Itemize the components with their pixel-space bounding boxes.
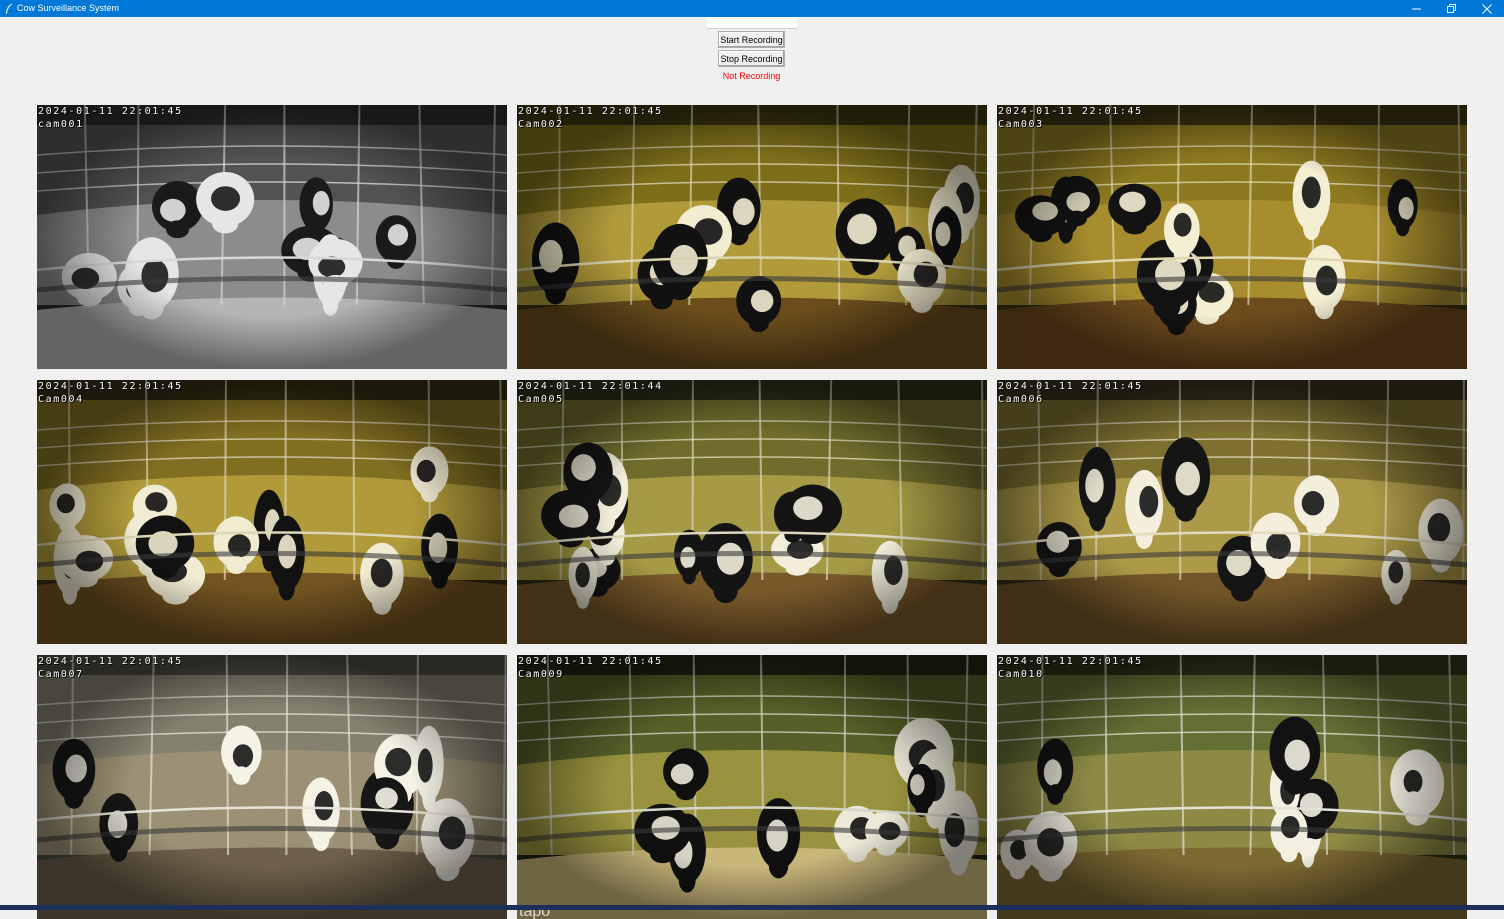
camera-name: Cam002 <box>518 118 663 131</box>
camera-osd: 2024-01-11 22:01:45Cam004 <box>38 380 183 406</box>
camera-osd: 2024-01-11 22:01:45Cam007 <box>38 655 183 681</box>
camera-name: Cam004 <box>38 393 183 406</box>
camera-timestamp: 2024-01-11 22:01:45 <box>38 380 183 393</box>
camera-feed: 2024-01-11 22:01:45Cam002 <box>517 105 987 369</box>
camera-osd: 2024-01-11 22:01:45Cam002 <box>518 105 663 131</box>
camera-timestamp: 2024-01-11 22:01:44 <box>518 380 663 393</box>
camera-timestamp: 2024-01-11 22:01:45 <box>38 105 183 118</box>
camera-osd: 2024-01-11 22:01:45Cam010 <box>998 655 1143 681</box>
camera-feed-image <box>997 105 1467 369</box>
fisheye-vignette <box>37 380 507 644</box>
camera-name: Cam006 <box>998 393 1143 406</box>
camera-feed: 2024-01-11 22:01:45Cam006 <box>997 380 1467 644</box>
fisheye-vignette <box>517 655 987 919</box>
start-recording-button[interactable]: Start Recording <box>718 31 785 48</box>
filename-input[interactable] <box>707 17 797 29</box>
taskbar-edge <box>0 905 1504 910</box>
camera-feed: 2024-01-11 22:01:45Cam009tapo <box>517 655 987 919</box>
camera-timestamp: 2024-01-11 22:01:45 <box>998 655 1143 668</box>
close-button[interactable] <box>1469 0 1504 17</box>
camera-feed: 2024-01-11 22:01:45Cam003 <box>997 105 1467 369</box>
fisheye-vignette <box>37 105 507 369</box>
fisheye-vignette <box>997 655 1467 919</box>
camera-feed-image <box>37 380 507 644</box>
title-bar: Cow Surveillance System <box>0 0 1504 17</box>
minimize-icon <box>1412 0 1422 18</box>
camera-name: Cam010 <box>998 668 1143 681</box>
camera-feed-image <box>997 380 1467 644</box>
camera-feed-image <box>37 105 507 369</box>
restore-button[interactable] <box>1434 0 1469 17</box>
window-title: Cow Surveillance System <box>17 0 119 17</box>
stop-recording-button[interactable]: Stop Recording <box>718 50 785 67</box>
fisheye-vignette <box>517 105 987 369</box>
window-controls <box>1399 0 1504 17</box>
fisheye-vignette <box>997 380 1467 644</box>
feather-icon <box>1 1 17 17</box>
camera-feed: 2024-01-11 22:01:45Cam010 <box>997 655 1467 919</box>
camera-feed-image <box>37 655 507 919</box>
recording-status: Not Recording <box>700 71 803 82</box>
camera-timestamp: 2024-01-11 22:01:45 <box>518 105 663 118</box>
camera-feed-image <box>517 105 987 369</box>
camera-feed: 2024-01-11 22:01:45Cam004 <box>37 380 507 644</box>
camera-osd: 2024-01-11 22:01:45Cam003 <box>998 105 1143 131</box>
camera-feed-image <box>997 655 1467 919</box>
camera-osd: 2024-01-11 22:01:45cam001 <box>38 105 183 131</box>
camera-name: Cam009 <box>518 668 663 681</box>
camera-feed: 2024-01-11 22:01:44Cam005 <box>517 380 987 644</box>
camera-feed: 2024-01-11 22:01:45cam001 <box>37 105 507 369</box>
fisheye-vignette <box>37 655 507 919</box>
camera-name: cam001 <box>38 118 183 131</box>
camera-timestamp: 2024-01-11 22:01:45 <box>998 105 1143 118</box>
restore-icon <box>1447 0 1457 18</box>
camera-timestamp: 2024-01-11 22:01:45 <box>38 655 183 668</box>
fisheye-vignette <box>517 380 987 644</box>
camera-name: Cam007 <box>38 668 183 681</box>
close-icon <box>1482 0 1492 18</box>
camera-feed: 2024-01-11 22:01:45Cam007 <box>37 655 507 919</box>
camera-osd: 2024-01-11 22:01:45Cam006 <box>998 380 1143 406</box>
camera-timestamp: 2024-01-11 22:01:45 <box>998 380 1143 393</box>
camera-feed-image <box>517 380 987 644</box>
camera-osd: 2024-01-11 22:01:44Cam005 <box>518 380 663 406</box>
camera-timestamp: 2024-01-11 22:01:45 <box>518 655 663 668</box>
camera-feed-image <box>517 655 987 919</box>
camera-name: Cam003 <box>998 118 1143 131</box>
minimize-button[interactable] <box>1399 0 1434 17</box>
camera-osd: 2024-01-11 22:01:45Cam009 <box>518 655 663 681</box>
camera-name: Cam005 <box>518 393 663 406</box>
fisheye-vignette <box>997 105 1467 369</box>
